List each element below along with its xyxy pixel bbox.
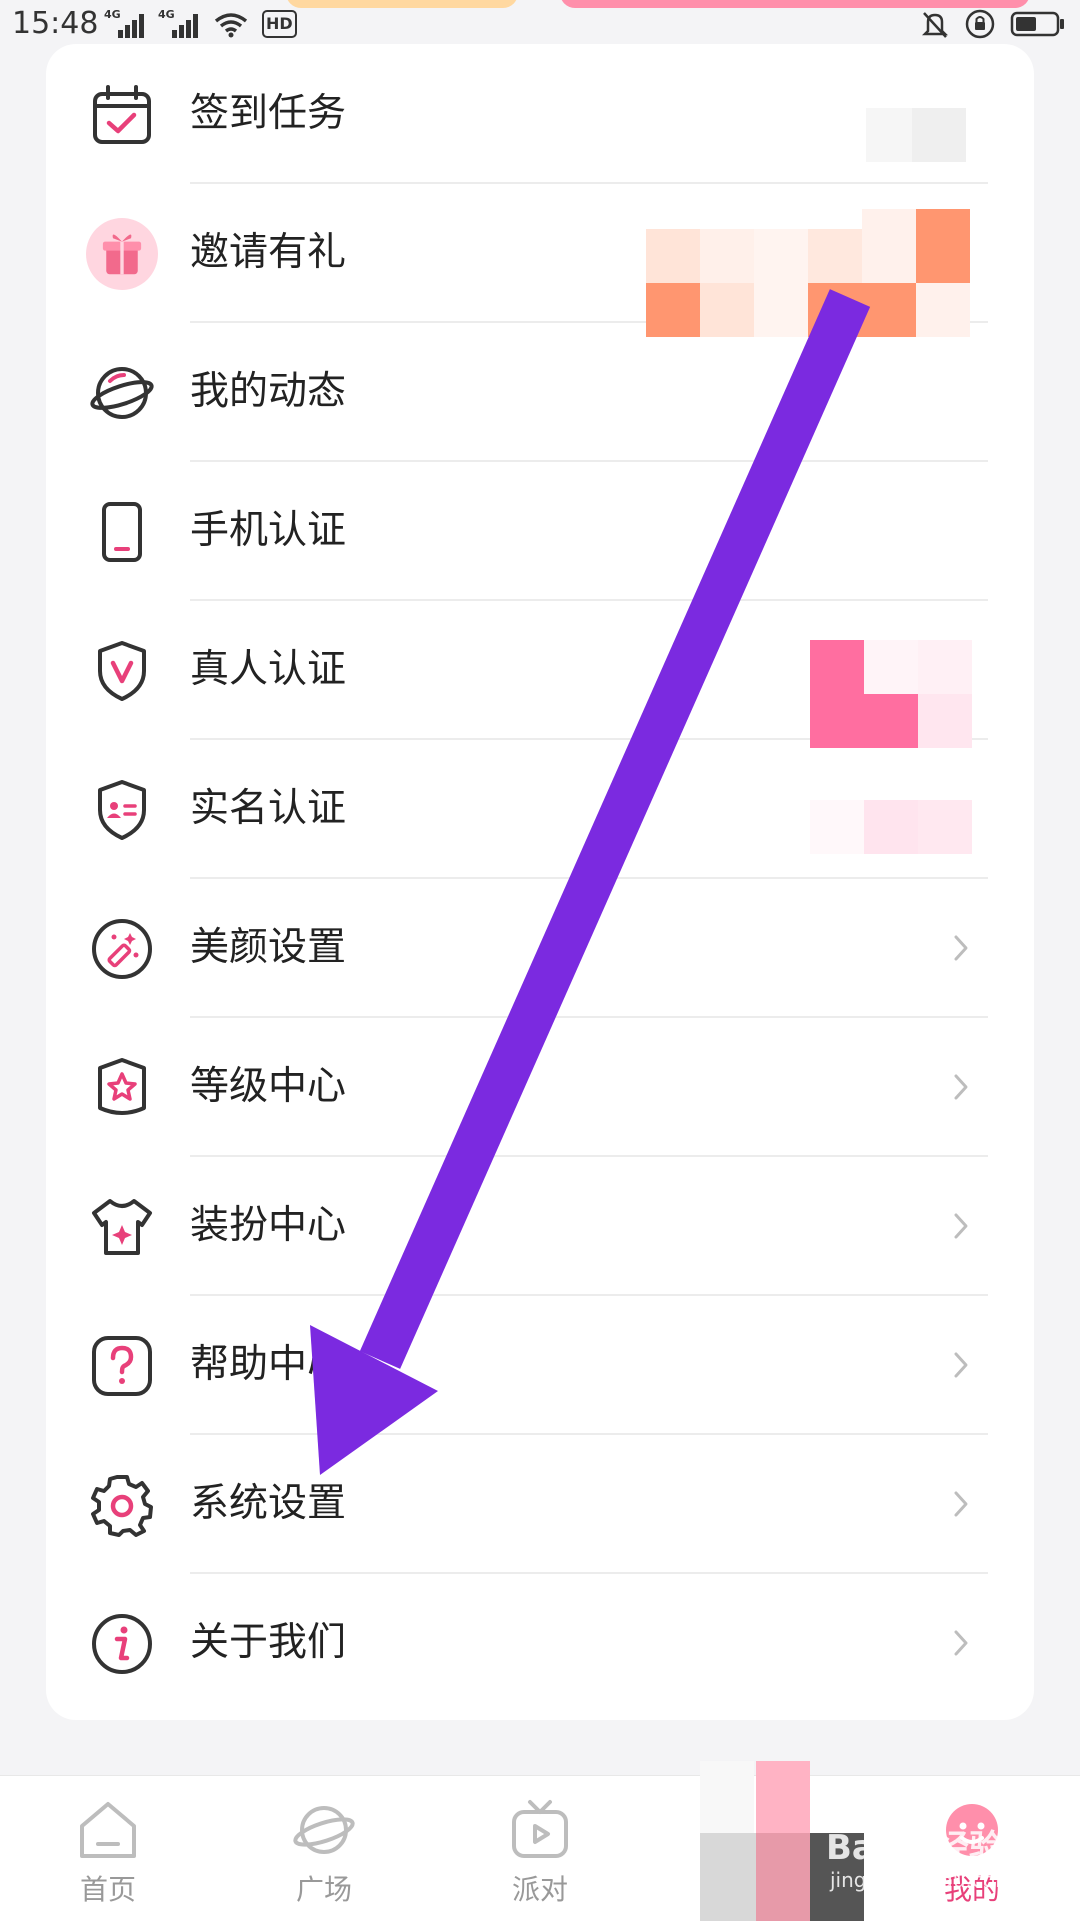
tshirt-icon bbox=[92, 1199, 152, 1255]
wifi-icon bbox=[214, 13, 248, 38]
menu-item-label: 系统设置 bbox=[190, 1481, 347, 1526]
watermark-url: jingyan.baidu.com bbox=[830, 1868, 1015, 1892]
tab-label: 派对 bbox=[511, 1873, 568, 1906]
menu-item-label: 关于我们 bbox=[190, 1620, 347, 1665]
hd-icon: HD bbox=[262, 10, 297, 38]
menu-item-label: 等级中心 bbox=[190, 1064, 347, 1109]
help-icon bbox=[92, 1336, 152, 1396]
top-banner-pill bbox=[560, 0, 1030, 8]
info-icon bbox=[92, 1614, 152, 1674]
chevron-right-icon bbox=[954, 1213, 968, 1239]
planet-icon bbox=[90, 367, 154, 419]
menu-item-label: 邀请有礼 bbox=[190, 230, 347, 275]
signal-icon: 4G 4G HD bbox=[104, 8, 297, 38]
tab-label: 广场 bbox=[295, 1873, 352, 1906]
menu-item-about-us[interactable]: 关于我们 bbox=[46, 1574, 1034, 1713]
tab-square[interactable]: 广场 bbox=[264, 1798, 384, 1908]
gift-icon bbox=[86, 218, 158, 290]
battery-icon bbox=[1010, 11, 1064, 37]
menu-item-help-center[interactable]: 帮助中心 bbox=[46, 1296, 1034, 1435]
tab-party[interactable]: 派对 bbox=[480, 1798, 600, 1908]
calendar-check-icon bbox=[93, 85, 151, 144]
tab-label: 首页 bbox=[79, 1873, 136, 1906]
tab-home[interactable]: 首页 bbox=[48, 1798, 168, 1908]
badge-star-icon bbox=[98, 1058, 146, 1115]
id-shield-icon bbox=[98, 780, 146, 840]
status-time: 15:48 bbox=[12, 6, 99, 41]
menu-item-label: 签到任务 bbox=[190, 91, 347, 136]
shield-v-icon bbox=[98, 641, 146, 701]
chevron-right-icon bbox=[954, 1352, 968, 1378]
mute-icon bbox=[921, 12, 949, 38]
planet-icon bbox=[293, 1806, 355, 1854]
menu-item-label: 我的动态 bbox=[190, 369, 347, 414]
rotation-lock-icon bbox=[965, 9, 995, 39]
menu-item-dress-up-center[interactable]: 装扮中心 bbox=[46, 1157, 1034, 1296]
menu-item-label: 真人认证 bbox=[190, 647, 347, 692]
menu-item-label: 装扮中心 bbox=[190, 1203, 347, 1248]
menu-item-beauty-settings[interactable]: 美颜设置 bbox=[46, 879, 1034, 1018]
menu-card: 签到任务 邀请有礼 我的动态 手机认证 真人认证 实名认证 美颜设置 等级中心 … bbox=[46, 44, 1034, 1720]
gear-icon bbox=[91, 1475, 153, 1537]
watermark: Baidu经验 bbox=[826, 1828, 1004, 1868]
menu-item-system-settings[interactable]: 系统设置 bbox=[46, 1435, 1034, 1574]
chevron-right-icon bbox=[954, 1630, 968, 1656]
magic-wand-icon bbox=[92, 919, 152, 979]
menu-item-my-posts[interactable]: 我的动态 bbox=[46, 323, 1034, 462]
tv-play-icon bbox=[512, 1800, 568, 1858]
status-bar: 15:48 4G 4G HD bbox=[0, 0, 1080, 50]
menu-item-label: 实名认证 bbox=[190, 786, 347, 831]
top-banner-pill bbox=[286, 0, 518, 8]
menu-item-label: 帮助中心 bbox=[190, 1342, 347, 1387]
chevron-right-icon bbox=[954, 1491, 968, 1517]
phone-icon bbox=[102, 502, 142, 562]
menu-item-label: 美颜设置 bbox=[190, 925, 347, 970]
menu-item-phone-verification[interactable]: 手机认证 bbox=[46, 462, 1034, 601]
menu-item-label: 手机认证 bbox=[190, 508, 347, 553]
home-icon bbox=[80, 1802, 136, 1858]
chevron-right-icon bbox=[954, 1074, 968, 1100]
menu-item-level-center[interactable]: 等级中心 bbox=[46, 1018, 1034, 1157]
chevron-right-icon bbox=[954, 935, 968, 961]
